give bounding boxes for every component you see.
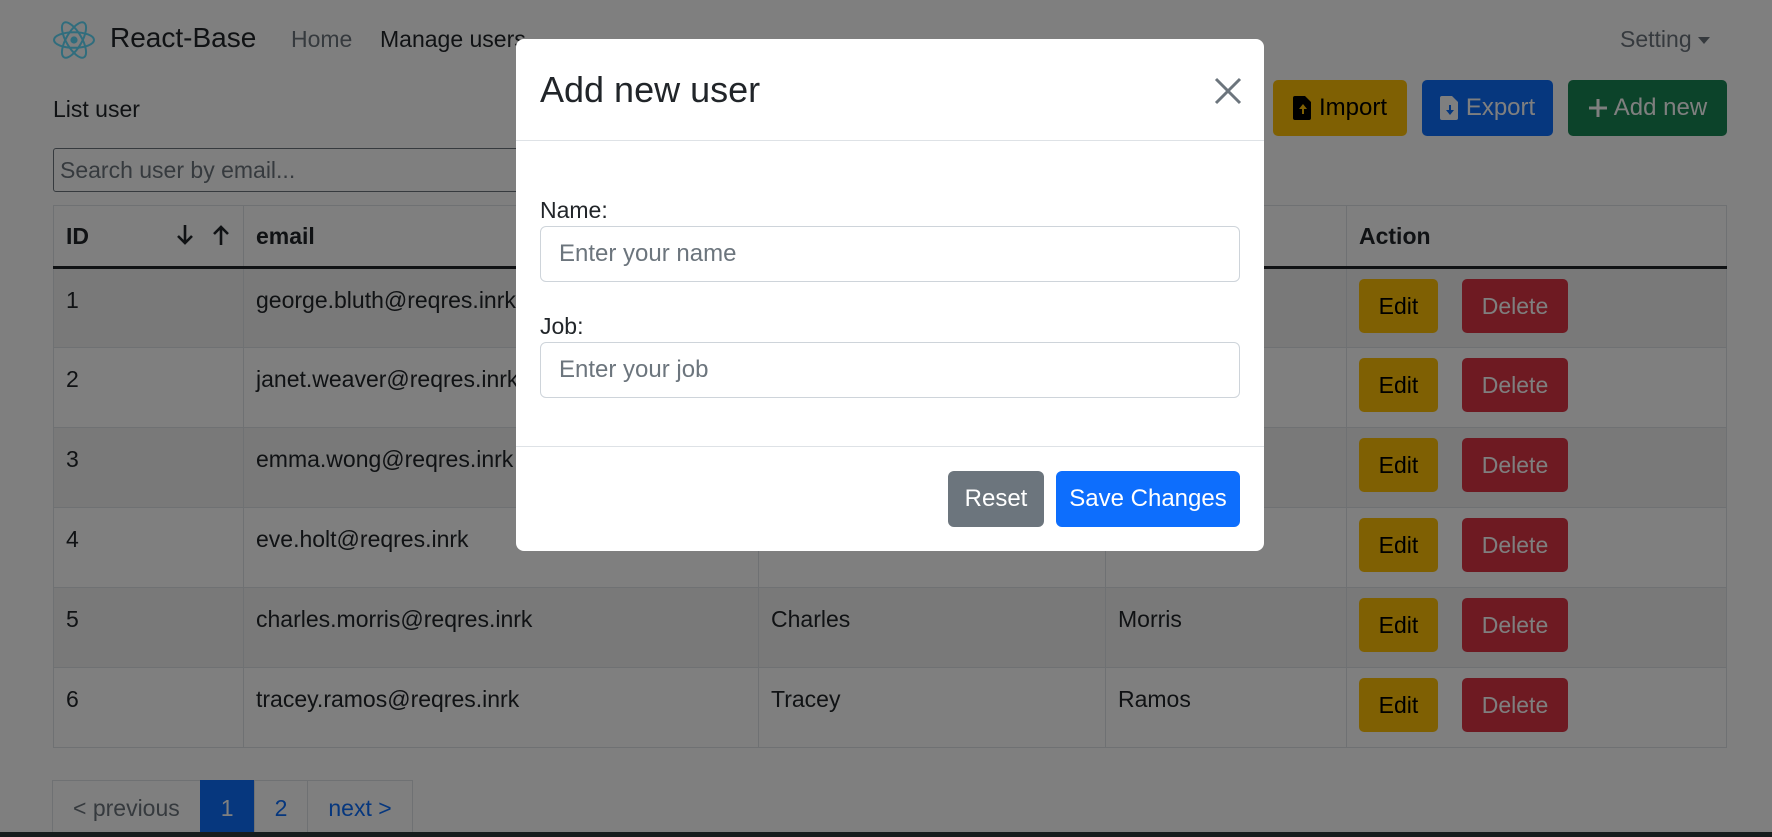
job-label: Job: bbox=[540, 313, 584, 339]
modal-title: Add new user bbox=[540, 69, 761, 110]
add-user-modal: Add new user Name: Job: Reset Save Chang… bbox=[516, 39, 1264, 551]
modal-header: Add new user bbox=[516, 39, 1264, 141]
job-field[interactable] bbox=[540, 342, 1240, 398]
save-changes-button[interactable]: Save Changes bbox=[1056, 471, 1240, 527]
reset-button[interactable]: Reset bbox=[948, 471, 1044, 527]
close-icon[interactable] bbox=[1212, 75, 1244, 107]
name-field[interactable] bbox=[540, 226, 1240, 282]
name-label: Name: bbox=[540, 197, 608, 223]
